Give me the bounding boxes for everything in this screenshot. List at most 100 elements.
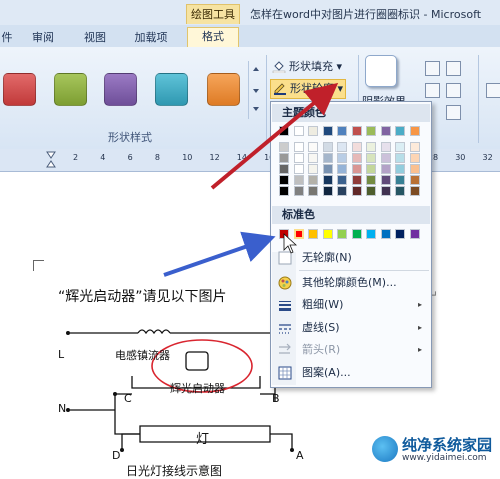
- shape-styles-scroll[interactable]: [248, 61, 263, 119]
- tab-format[interactable]: 格式: [187, 27, 239, 48]
- shape-style-red[interactable]: [3, 73, 36, 106]
- theme-color-shade-swatch[interactable]: [409, 142, 420, 152]
- theme-color-shade-swatch[interactable]: [279, 186, 289, 196]
- theme-color-shade-swatch[interactable]: [380, 164, 391, 174]
- dashes-item[interactable]: 虚线(S) ▸: [272, 317, 430, 339]
- shadow-effect-icon[interactable]: [365, 55, 397, 87]
- theme-color-shade-swatch[interactable]: [351, 175, 362, 185]
- theme-color-shade-swatch[interactable]: [409, 186, 420, 196]
- theme-color-shade-swatch[interactable]: [395, 142, 405, 152]
- theme-color-shade-swatch[interactable]: [395, 186, 405, 196]
- theme-color-shade-swatch[interactable]: [380, 186, 391, 196]
- shape-outline-button[interactable]: 形状轮廓 ▾: [270, 79, 347, 99]
- margin-corner-mark: [33, 260, 44, 271]
- more-outline-colors-item[interactable]: 其他轮廓颜色(M)...: [272, 272, 430, 294]
- theme-color-shade-swatch[interactable]: [322, 175, 333, 185]
- theme-color-shade-swatch[interactable]: [337, 175, 347, 185]
- shape-style-purple[interactable]: [104, 73, 137, 106]
- theme-color-shade-swatch[interactable]: [395, 175, 405, 185]
- theme-color-shade-swatch[interactable]: [351, 186, 362, 196]
- standard-color-swatch[interactable]: [308, 229, 318, 239]
- theme-color-swatch[interactable]: [395, 126, 405, 136]
- standard-color-swatch[interactable]: [395, 229, 405, 239]
- weight-item[interactable]: 粗细(W) ▸: [272, 294, 430, 316]
- theme-color-shade-swatch[interactable]: [322, 142, 333, 152]
- theme-color-swatch[interactable]: [279, 126, 289, 136]
- tab-addins[interactable]: 加载项: [128, 29, 174, 47]
- theme-color-shade-swatch[interactable]: [380, 153, 391, 163]
- theme-color-shade-swatch[interactable]: [366, 142, 376, 152]
- theme-color-shade-swatch[interactable]: [308, 164, 318, 174]
- theme-color-shade-swatch[interactable]: [293, 186, 304, 196]
- terminal-C-label: C: [124, 392, 132, 405]
- bring-forward-icon[interactable]: [425, 61, 440, 76]
- theme-color-shade-swatch[interactable]: [351, 164, 362, 174]
- shape-fill-button[interactable]: 形状填充 ▾: [272, 58, 342, 76]
- theme-color-shade-swatch[interactable]: [351, 142, 362, 152]
- pattern-item[interactable]: 图案(A)...: [272, 362, 430, 384]
- theme-color-shade-swatch[interactable]: [322, 153, 333, 163]
- theme-color-swatch[interactable]: [322, 126, 333, 136]
- theme-color-swatch[interactable]: [366, 126, 376, 136]
- theme-color-swatch[interactable]: [293, 126, 304, 136]
- theme-color-shade-swatch[interactable]: [366, 164, 376, 174]
- standard-color-swatch[interactable]: [293, 229, 304, 239]
- theme-color-swatch[interactable]: [337, 126, 347, 136]
- standard-color-swatch[interactable]: [337, 229, 347, 239]
- theme-color-shade-swatch[interactable]: [279, 153, 289, 163]
- theme-color-shade-swatch[interactable]: [279, 142, 289, 152]
- theme-color-shade-swatch[interactable]: [337, 186, 347, 196]
- send-backward-icon[interactable]: [425, 83, 440, 98]
- theme-color-shade-swatch[interactable]: [308, 186, 318, 196]
- theme-color-shade-swatch[interactable]: [366, 186, 376, 196]
- standard-color-swatch[interactable]: [322, 229, 333, 239]
- theme-color-swatch[interactable]: [351, 126, 362, 136]
- theme-color-shade-swatch[interactable]: [380, 142, 391, 152]
- theme-color-shade-swatch[interactable]: [293, 175, 304, 185]
- tab-view[interactable]: 视图: [78, 29, 112, 47]
- standard-color-swatch[interactable]: [366, 229, 376, 239]
- theme-color-shade-swatch[interactable]: [308, 175, 318, 185]
- standard-color-swatch[interactable]: [279, 229, 289, 239]
- theme-color-shade-swatch[interactable]: [351, 153, 362, 163]
- tab-review[interactable]: 审阅: [26, 29, 60, 47]
- theme-color-swatch[interactable]: [308, 126, 318, 136]
- standard-color-swatch[interactable]: [409, 229, 420, 239]
- indent-marker-icon[interactable]: [46, 151, 56, 169]
- theme-color-shade-swatch[interactable]: [279, 175, 289, 185]
- theme-color-shade-swatch[interactable]: [293, 142, 304, 152]
- theme-color-swatch[interactable]: [409, 126, 420, 136]
- theme-color-shade-swatch[interactable]: [293, 164, 304, 174]
- theme-color-shade-swatch[interactable]: [308, 153, 318, 163]
- theme-color-shade-swatch[interactable]: [409, 175, 420, 185]
- theme-color-shade-swatch[interactable]: [366, 153, 376, 163]
- shape-fill-label: 形状填充: [289, 60, 333, 73]
- theme-color-shade-swatch[interactable]: [395, 164, 405, 174]
- shape-style-green[interactable]: [54, 73, 87, 106]
- rotate-icon[interactable]: [446, 83, 461, 98]
- no-outline-item[interactable]: 无轮廓(N): [272, 247, 430, 269]
- standard-color-swatch[interactable]: [380, 229, 391, 239]
- group-objects-icon[interactable]: [446, 105, 461, 120]
- size-icon[interactable]: [486, 83, 500, 98]
- shape-style-teal[interactable]: [155, 73, 188, 106]
- theme-color-shade-swatch[interactable]: [322, 164, 333, 174]
- theme-color-shade-swatch[interactable]: [366, 175, 376, 185]
- theme-color-shade-swatch[interactable]: [308, 142, 318, 152]
- arrows-item[interactable]: 箭头(R) ▸: [272, 339, 430, 361]
- tab-file[interactable]: 件: [0, 29, 14, 47]
- theme-color-shade-swatch[interactable]: [293, 153, 304, 163]
- align-icon[interactable]: [446, 61, 461, 76]
- theme-color-shade-swatch[interactable]: [380, 175, 391, 185]
- theme-color-swatch[interactable]: [380, 126, 391, 136]
- theme-color-shade-swatch[interactable]: [322, 186, 333, 196]
- standard-color-swatch[interactable]: [351, 229, 362, 239]
- theme-color-shade-swatch[interactable]: [395, 153, 405, 163]
- theme-color-shade-swatch[interactable]: [409, 164, 420, 174]
- theme-color-shade-swatch[interactable]: [409, 153, 420, 163]
- theme-color-shade-swatch[interactable]: [337, 153, 347, 163]
- theme-color-shade-swatch[interactable]: [337, 164, 347, 174]
- theme-color-shade-swatch[interactable]: [279, 164, 289, 174]
- shape-style-orange[interactable]: [207, 73, 240, 106]
- theme-color-shade-swatch[interactable]: [337, 142, 347, 152]
